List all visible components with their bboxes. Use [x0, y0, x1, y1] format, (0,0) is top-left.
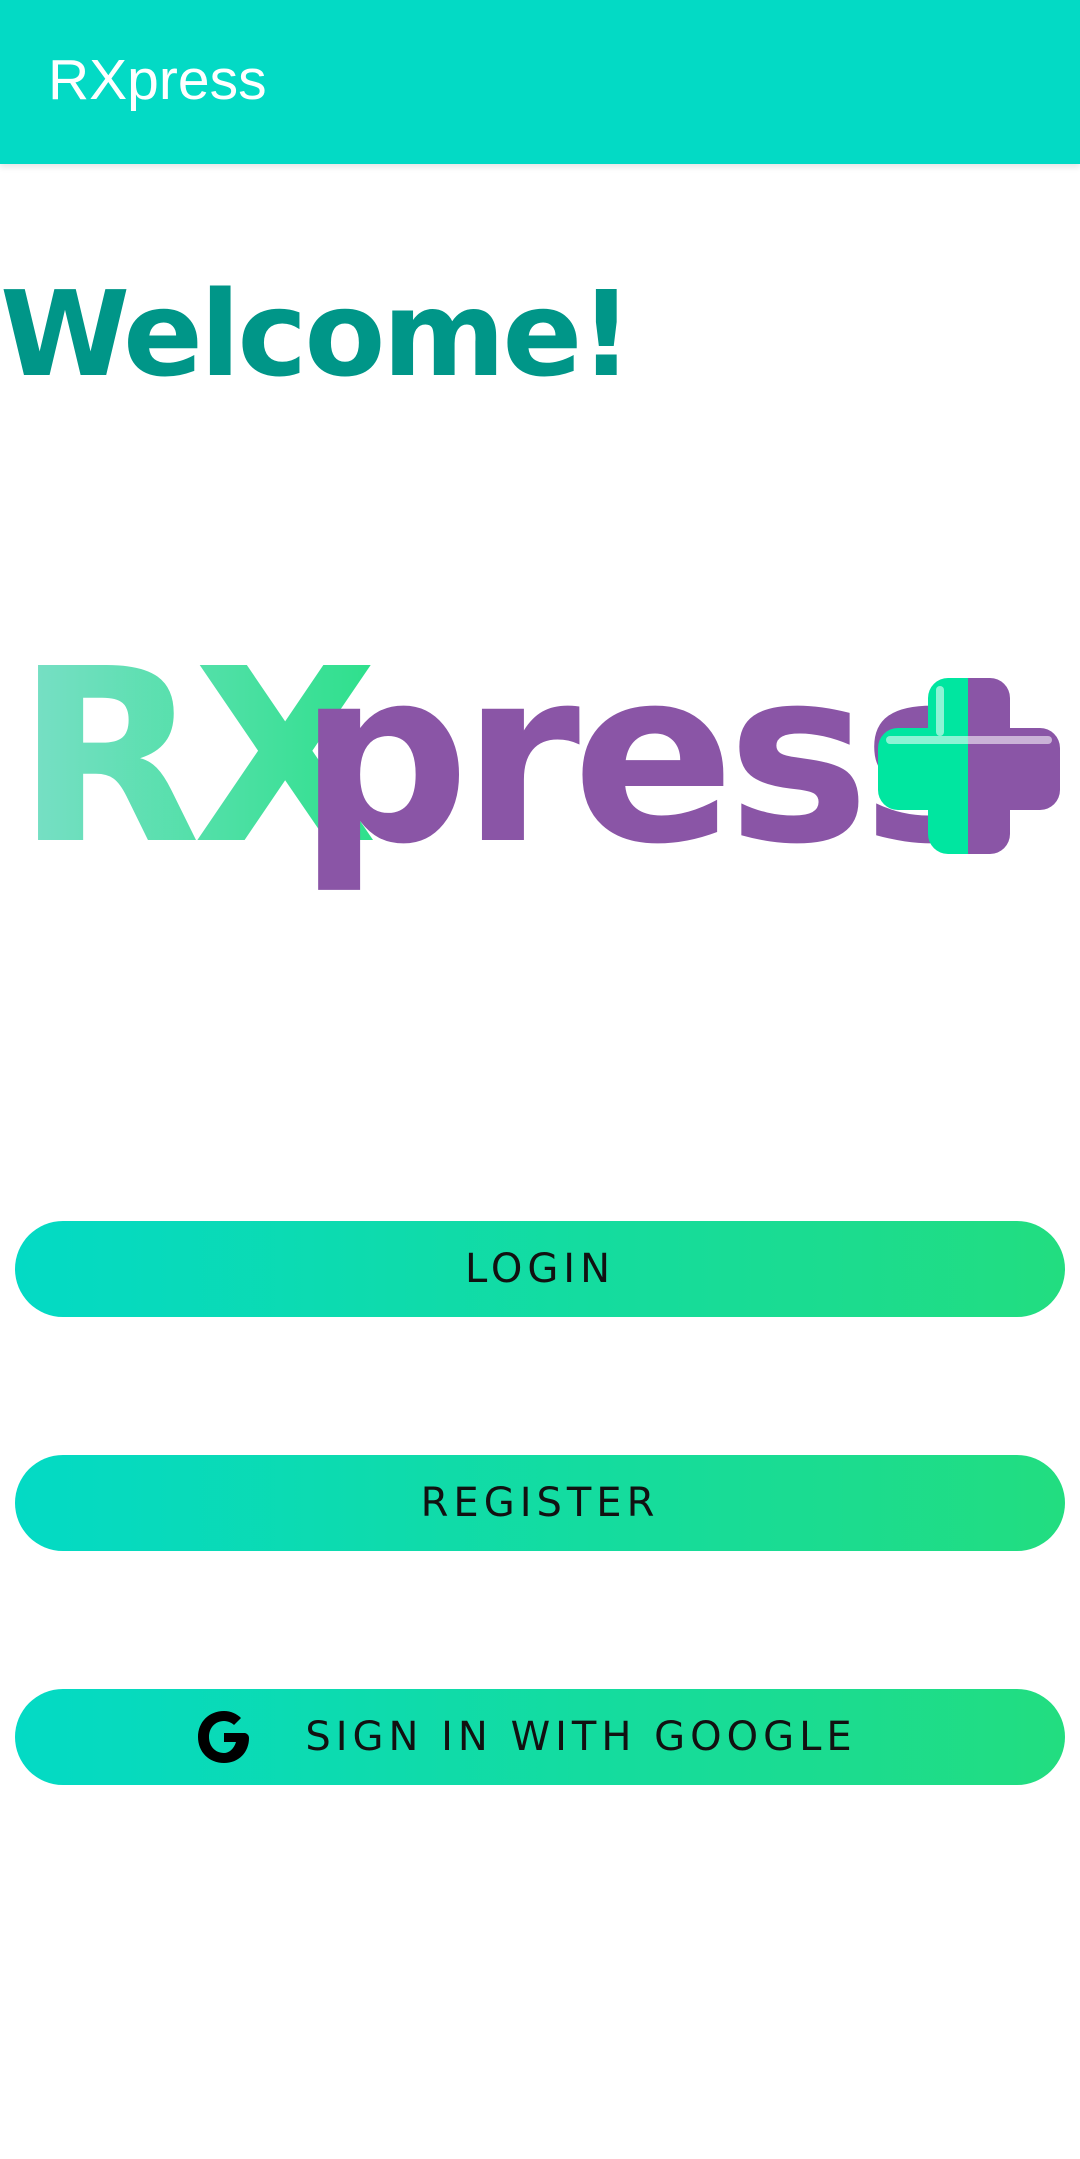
register-button-label: REGISTER [420, 1480, 660, 1526]
app-bar: RXpress [0, 0, 1080, 164]
register-button[interactable]: REGISTER [15, 1455, 1065, 1551]
welcome-heading: Welcome! [0, 265, 633, 403]
google-button-label: SIGN IN WITH GOOGLE [305, 1714, 857, 1760]
app-title: RXpress [48, 48, 267, 112]
google-sign-in-button[interactable]: SIGN IN WITH GOOGLE [15, 1689, 1065, 1785]
rxpress-logo: RX press [16, 650, 1060, 897]
login-button[interactable]: LOGIN [15, 1221, 1065, 1317]
google-icon [198, 1711, 250, 1763]
login-button-label: LOGIN [464, 1246, 616, 1292]
